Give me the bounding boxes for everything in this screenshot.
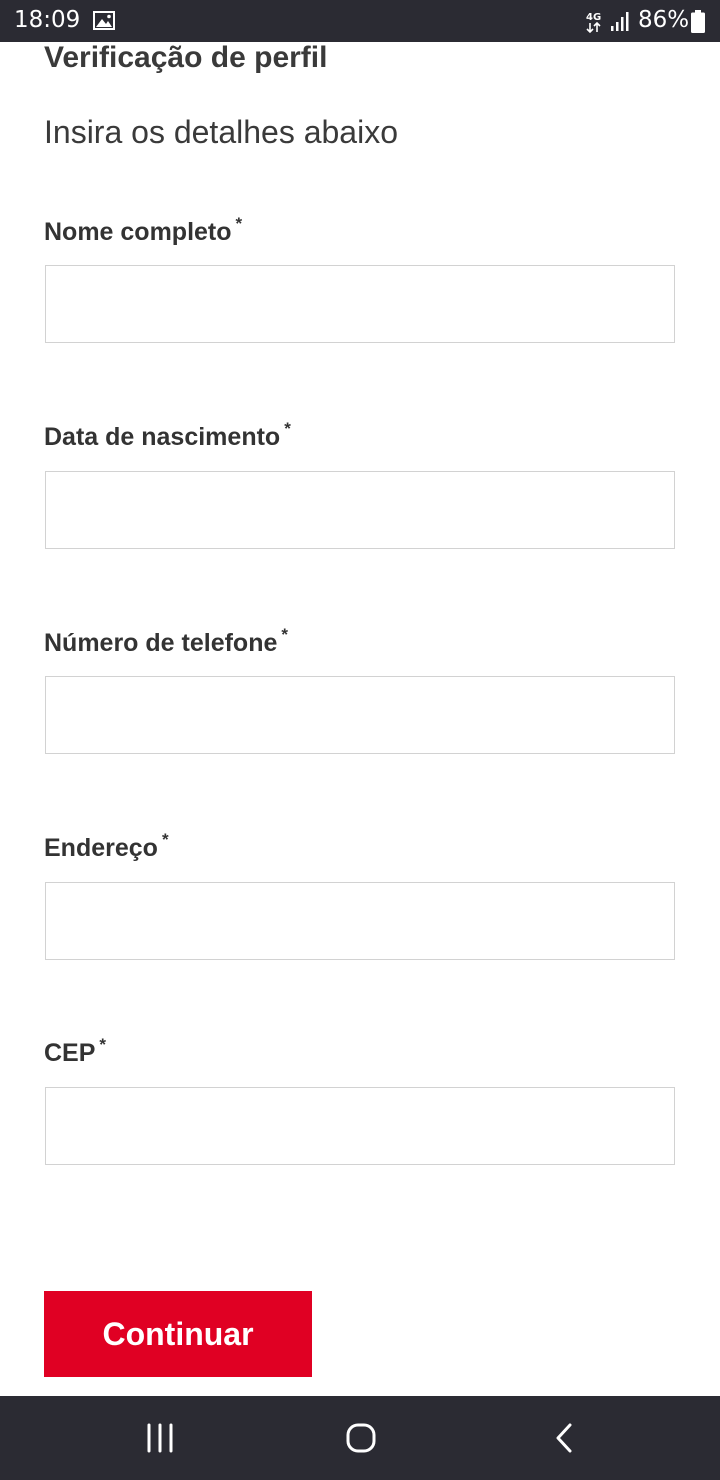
- required-marker: *: [281, 625, 288, 644]
- network-4g-icon: 4G: [586, 12, 601, 33]
- birth-date-input[interactable]: [45, 471, 675, 549]
- full-name-label: Nome completo *: [44, 214, 242, 247]
- page-subtitle: Insira os detalhes abaixo: [44, 114, 398, 150]
- form-screen: Verificação de perfil Insira os detalhes…: [0, 42, 720, 1396]
- continue-button[interactable]: Continuar: [44, 1291, 312, 1377]
- birth-date-label: Data de nascimento *: [44, 419, 291, 452]
- birth-date-label-text: Data de nascimento: [44, 423, 281, 451]
- battery-percentage: 86%: [638, 7, 690, 33]
- required-marker: *: [284, 419, 291, 438]
- phone-number-label-text: Número de telefone: [44, 629, 278, 657]
- home-icon[interactable]: [343, 1420, 379, 1456]
- page-title: Verificação de perfil: [44, 42, 328, 74]
- required-marker: *: [161, 830, 169, 849]
- status-bar: 18:09 4G 86%: [0, 0, 720, 42]
- cep-label: CEP *: [44, 1035, 106, 1068]
- signal-icon: [611, 12, 629, 31]
- phone-number-input[interactable]: [45, 676, 675, 754]
- required-marker: *: [99, 1035, 107, 1054]
- cep-label-text: CEP: [44, 1039, 96, 1067]
- back-icon[interactable]: [546, 1420, 582, 1456]
- address-label-text: Endereço: [44, 834, 158, 862]
- address-input[interactable]: [45, 882, 675, 960]
- battery-icon: [691, 10, 705, 33]
- recent-apps-icon[interactable]: [142, 1420, 178, 1456]
- navigation-bar: [0, 1396, 720, 1480]
- gallery-icon: [93, 11, 115, 30]
- cep-input[interactable]: [45, 1087, 675, 1165]
- full-name-label-text: Nome completo: [44, 218, 232, 246]
- status-time: 18:09: [14, 7, 81, 33]
- full-name-input[interactable]: [45, 265, 675, 343]
- svg-text:4G: 4G: [586, 12, 601, 23]
- required-marker: *: [235, 214, 243, 233]
- address-label: Endereço *: [44, 830, 169, 863]
- phone-number-label: Número de telefone *: [44, 625, 288, 658]
